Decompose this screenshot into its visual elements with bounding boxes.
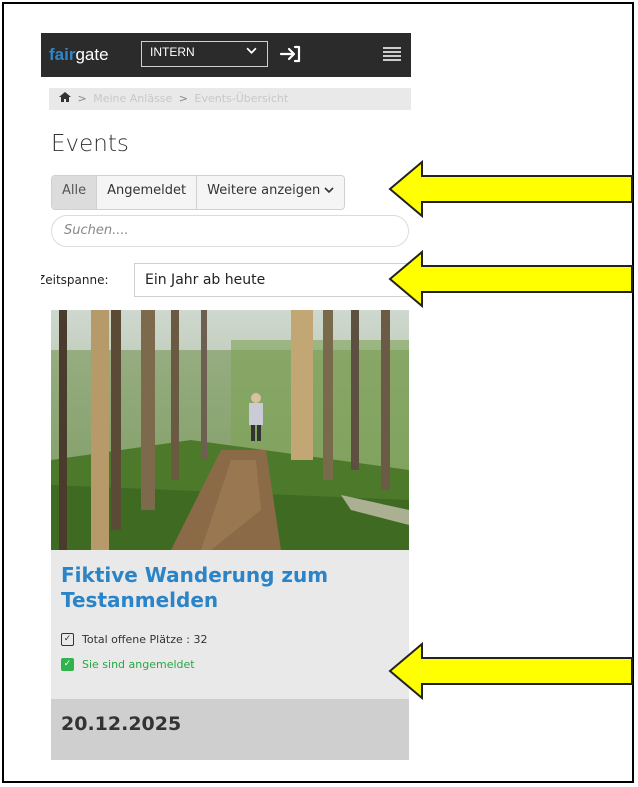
breadcrumb-item-meine-anlaesse[interactable]: Meine Anlässe [93, 92, 172, 105]
event-title-link[interactable]: Fiktive Wanderung zum Testanmelden [61, 563, 391, 613]
check-green-icon: ✓ [61, 658, 74, 671]
home-icon[interactable] [59, 92, 75, 105]
top-navbar: fairgate INTERN [41, 33, 411, 77]
mobile-viewport: fairgate INTERN > Meine Anlässe > Events… [41, 33, 411, 760]
event-date-bar: 20.12.2025 [51, 699, 409, 760]
breadcrumb: > Meine Anlässe > Events-Übersicht [49, 88, 411, 110]
event-card[interactable]: Fiktive Wanderung zum Testanmelden ✓ Tot… [51, 310, 409, 760]
breadcrumb-separator: > [178, 92, 189, 105]
search-input[interactable]: Suchen.... [51, 215, 409, 247]
annotation-arrow-icon [388, 250, 633, 308]
logo-rest: gate [75, 45, 109, 64]
registered-status-text: Sie sind angemeldet [82, 658, 195, 671]
annotation-arrow-icon [388, 642, 633, 700]
logo-accent: fair [49, 45, 76, 64]
registered-status-row: ✓ Sie sind angemeldet [61, 658, 195, 671]
area-select[interactable]: INTERN [141, 41, 268, 67]
event-image[interactable] [51, 310, 409, 550]
tab-weitere-anzeigen[interactable]: Weitere anzeigen [197, 176, 345, 209]
chevron-down-icon [324, 183, 334, 198]
checkbox-outline-icon: ✓ [61, 633, 74, 646]
filter-tabs: Alle Angemeldet Weitere anzeigen [51, 175, 346, 210]
tab-weitere-label: Weitere anzeigen [207, 183, 321, 198]
hamburger-menu-icon[interactable] [383, 47, 401, 61]
timespan-select[interactable]: Ein Jahr ab heute [134, 263, 411, 297]
annotation-arrow-icon [388, 160, 633, 218]
open-spots-text: Total offene Plätze : 32 [82, 633, 208, 646]
breadcrumb-item-events-uebersicht[interactable]: Events-Übersicht [195, 92, 289, 105]
login-icon[interactable] [279, 41, 303, 67]
fairgate-logo[interactable]: fairgate [49, 45, 109, 65]
breadcrumb-separator: > [77, 92, 87, 105]
open-spots-row: ✓ Total offene Plätze : 32 [61, 633, 207, 646]
tab-angemeldet[interactable]: Angemeldet [97, 176, 198, 209]
chevron-down-icon [246, 45, 257, 59]
timespan-label: Zeitspanne: [41, 273, 109, 287]
area-select-value: INTERN [150, 45, 195, 59]
tab-alle[interactable]: Alle [52, 176, 98, 209]
page-title: Events [51, 131, 129, 157]
event-date: 20.12.2025 [61, 713, 182, 735]
